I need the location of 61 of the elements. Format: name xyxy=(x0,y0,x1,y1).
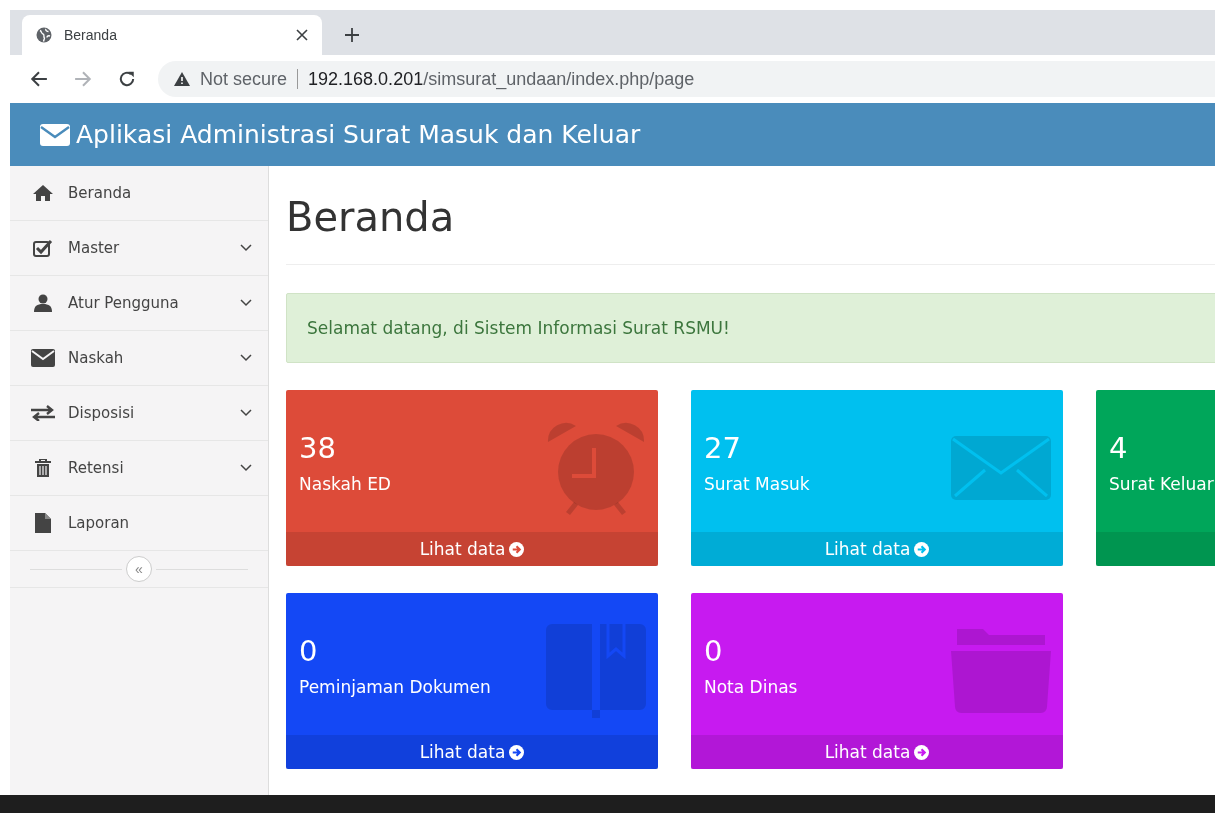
stat-label: Naskah ED xyxy=(299,474,391,494)
stat-label: Surat Masuk xyxy=(704,474,810,494)
warning-icon xyxy=(174,72,190,86)
sidebar-item-label: Retensi xyxy=(68,459,125,477)
browser-tab[interactable]: Beranda xyxy=(22,15,322,55)
sidebar-item-label: Naskah xyxy=(68,349,125,367)
stat-label: Surat Keluar xyxy=(1109,474,1214,494)
file-icon xyxy=(35,513,51,533)
sidebar-item[interactable]: Disposisi xyxy=(10,386,268,441)
view-data-link[interactable]: Lihat data xyxy=(419,539,525,559)
sidebar-item[interactable]: Master xyxy=(10,221,268,276)
checkbox-icon xyxy=(33,239,53,257)
stat-count: 4 xyxy=(1109,430,1129,466)
stat-count: 0 xyxy=(704,633,724,669)
chevron-down-icon xyxy=(240,354,252,362)
reload-icon[interactable] xyxy=(118,70,136,88)
sidebar-item-label: Atur Pengguna xyxy=(68,294,180,312)
arrow-circle-right-icon xyxy=(914,541,930,557)
chevron-down-icon xyxy=(240,464,252,472)
sidebar-item[interactable]: Retensi xyxy=(10,441,268,496)
welcome-alert: Selamat datang, di Sistem Informasi Surat RSMU! xyxy=(286,293,1215,363)
view-data-link[interactable]: Lihat data xyxy=(419,742,525,762)
arrow-circle-right-icon xyxy=(914,744,930,760)
globe-icon xyxy=(36,27,52,43)
stat-count: 27 xyxy=(704,430,742,466)
sidebar-item[interactable]: Beranda xyxy=(10,166,268,221)
close-icon[interactable] xyxy=(296,29,308,41)
envelope-icon xyxy=(40,123,70,146)
sidebar-item[interactable]: Atur Pengguna xyxy=(10,276,268,331)
arrow-circle-right-icon xyxy=(509,541,525,557)
address-bar[interactable]: Not secure 192.168.0.201/simsurat_undaan/index.php/page xyxy=(158,61,1215,97)
book-icon xyxy=(546,623,646,719)
stat-label: Nota Dinas xyxy=(704,677,798,697)
app-title: Aplikasi Administrasi Surat Masuk dan Keluar xyxy=(76,120,641,149)
chevron-down-icon xyxy=(240,299,252,307)
chevron-down-icon xyxy=(240,409,252,417)
sidebar-item[interactable]: Naskah xyxy=(10,331,268,386)
sidebar-item[interactable]: Laporan xyxy=(10,496,268,551)
new-tab-icon[interactable] xyxy=(344,27,360,43)
stat-count: 38 xyxy=(299,430,337,466)
sidebar-item-label: Laporan xyxy=(68,514,131,532)
chevron-down-icon xyxy=(240,244,252,252)
home-icon xyxy=(33,185,53,201)
stat-count: 0 xyxy=(299,633,319,669)
envelope-icon xyxy=(31,349,55,367)
back-arrow-icon[interactable] xyxy=(30,70,48,88)
trash-icon xyxy=(35,459,51,477)
url-text: 192.168.0.201/simsurat_undaan/index.php/page xyxy=(308,68,695,90)
collapse-sidebar-button[interactable]: « xyxy=(126,556,152,582)
view-data-link[interactable]: Lihat data xyxy=(824,742,930,762)
sidebar-item-label: Beranda xyxy=(68,184,133,202)
tab-title: Beranda xyxy=(64,27,118,43)
sidebar-item-label: Disposisi xyxy=(68,404,136,422)
sidebar-item-label: Master xyxy=(68,239,121,257)
stat-label: Peminjaman Dokumen xyxy=(299,677,491,697)
user-icon xyxy=(34,294,52,312)
alarm-clock-icon xyxy=(546,420,646,516)
swap-arrows-icon xyxy=(31,405,55,421)
page-title: Beranda xyxy=(286,194,456,240)
arrow-circle-right-icon xyxy=(509,744,525,760)
security-label: Not secure xyxy=(200,68,288,90)
